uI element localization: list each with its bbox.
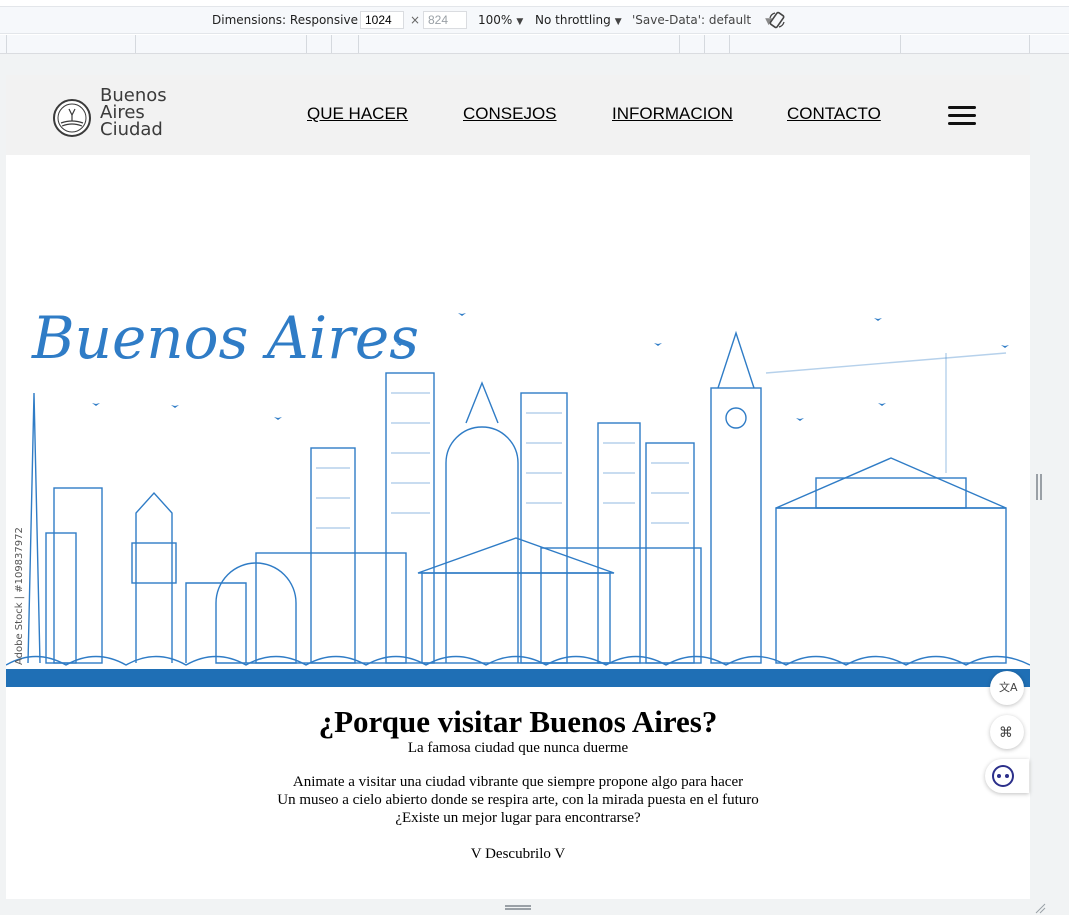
throttling-dropdown[interactable]: No throttling ▼ xyxy=(535,13,622,27)
intro-line-3: ¿Existe un mejor lugar para encontrarse? xyxy=(395,810,641,826)
chevron-down-icon: ▼ xyxy=(614,17,622,27)
intro-line-1: Animate a visitar una ciudad vibrante qu… xyxy=(292,774,744,790)
nav-link-que-hacer[interactable]: QUE HACER xyxy=(307,104,408,124)
right-resize-handle[interactable] xyxy=(1036,474,1042,500)
save-data-label: 'Save-Data': default xyxy=(632,13,752,27)
dimensions-label: Dimensions: Responsive xyxy=(212,13,358,27)
zoom-dropdown[interactable]: 100% ▼ xyxy=(478,13,523,27)
devtools-toolbar: Dimensions: Responsive▼ × 100%▼ No throt… xyxy=(0,0,1069,54)
site-header: Buenos Aires Ciudad QUE HACER CONSEJOS I… xyxy=(6,75,1030,155)
dimensions-dropdown[interactable]: Dimensions: Responsive▼ xyxy=(212,13,369,27)
stock-watermark: Adobe Stock | #109837972 xyxy=(14,527,25,665)
throttling-label: No throttling xyxy=(535,13,611,27)
hero-script-title: Buenos Aires xyxy=(31,304,419,372)
bottom-resize-handle[interactable] xyxy=(505,905,531,910)
nav-link-informacion[interactable]: INFORMACION xyxy=(612,104,733,124)
zoom-label: 100% xyxy=(478,13,513,27)
site-logo[interactable]: Buenos Aires Ciudad xyxy=(52,87,182,143)
command-icon[interactable]: ⌘ xyxy=(990,715,1024,749)
hamburger-menu-icon[interactable] xyxy=(948,106,976,126)
hero-image: Buenos Aires Adobe Stock | #109837972 xyxy=(6,273,1030,687)
page-title: ¿Porque visitar Buenos Aires? xyxy=(318,704,718,739)
discover-cta[interactable]: V Descubrilo V xyxy=(6,845,1030,863)
nav-link-contacto[interactable]: CONTACTO xyxy=(787,104,881,124)
height-input[interactable] xyxy=(423,11,467,29)
translate-icon[interactable]: 文A xyxy=(990,671,1024,705)
assistant-face-icon[interactable] xyxy=(985,759,1029,793)
nav-link-consejos[interactable]: CONSEJOS xyxy=(463,104,557,124)
times-sign: × xyxy=(410,13,421,27)
logo-text: Buenos Aires Ciudad xyxy=(100,87,190,140)
intro-line-2: Un museo a cielo abierto donde se respir… xyxy=(277,792,759,808)
chevron-down-icon: ▼ xyxy=(516,17,524,27)
device-toolbar: Dimensions: Responsive▼ × 100%▼ No throt… xyxy=(0,6,1069,34)
media-query-ruler[interactable] xyxy=(0,35,1069,53)
page-subtitle: La famosa ciudad que nunca duerme xyxy=(407,740,629,756)
intro-paragraph: Animate a visitar una ciudad vibrante qu… xyxy=(6,773,1030,827)
skyline-illustration: Buenos Aires Adobe Stock | #109837972 xyxy=(6,304,1030,687)
rotate-icon[interactable] xyxy=(768,11,786,29)
save-data-dropdown[interactable]: 'Save-Data': default ▼ xyxy=(632,13,772,27)
corner-resize-handle[interactable] xyxy=(1034,902,1046,914)
width-input[interactable] xyxy=(360,11,404,29)
city-emblem-icon xyxy=(53,99,91,137)
svg-text:⌘: ⌘ xyxy=(999,725,1013,741)
page-viewport: Buenos Aires Ciudad QUE HACER CONSEJOS I… xyxy=(6,75,1030,899)
intro-section: ¿Porque visitar Buenos Aires? La famosa … xyxy=(6,705,1030,863)
svg-text:文A: 文A xyxy=(999,680,1018,694)
logo-line-3: Ciudad xyxy=(100,119,163,140)
